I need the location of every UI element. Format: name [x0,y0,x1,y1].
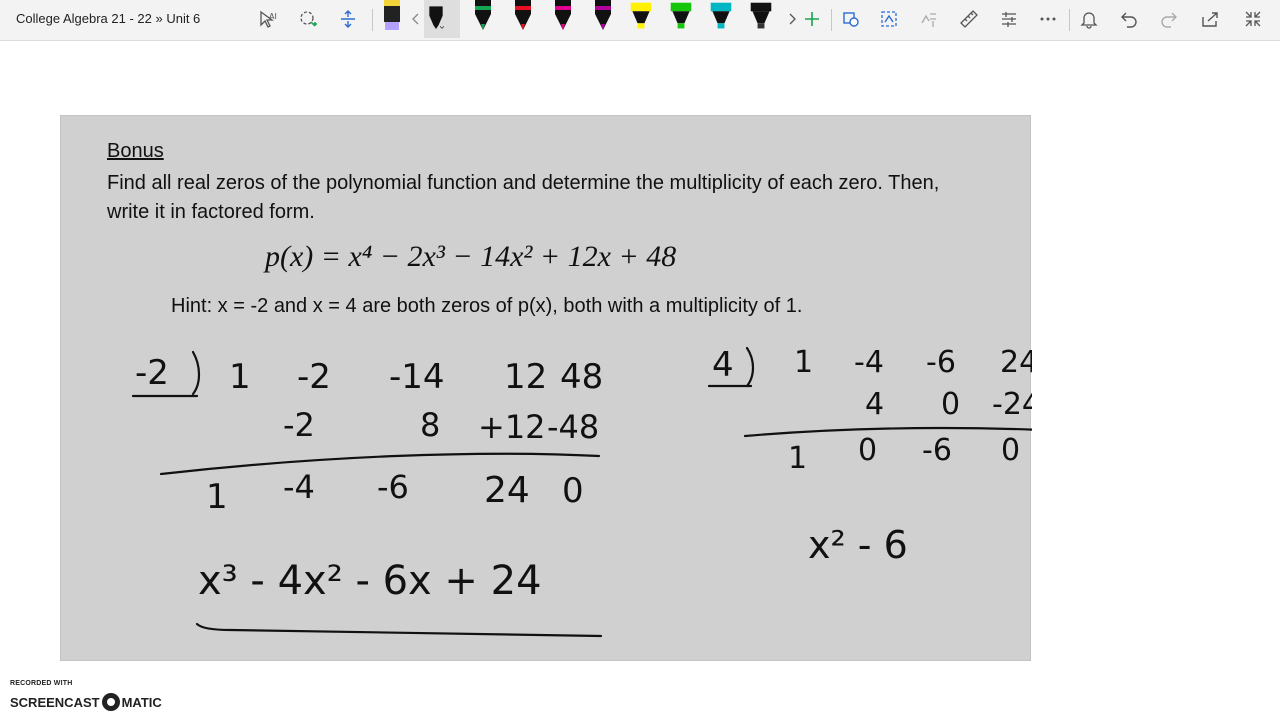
watermark-brand-left: SCREENCAST [10,694,100,710]
text-select-icon[interactable]: AI [252,4,282,34]
highlighter-cyan[interactable] [709,0,737,38]
division2-bracket [745,346,755,388]
highlighter-black[interactable] [749,0,777,38]
more-icon[interactable] [1033,4,1063,34]
toolbar-separator [372,9,373,31]
division2-coef-2: -6 [926,345,956,380]
highlighter-icon[interactable] [380,0,404,38]
division2-divisor: 4 [712,345,734,385]
pen-purple[interactable] [591,0,615,38]
division1-quotient: x³ - 4x² - 6x + 24 [198,558,542,604]
add-pen-icon[interactable] [797,4,827,34]
division2-product-1: 0 [941,387,960,422]
division1-divisor: -2 [135,353,169,393]
pen-red[interactable] [511,0,535,38]
undo-icon[interactable] [1114,4,1144,34]
ruler-icon[interactable] [954,4,984,34]
insert-space-icon[interactable] [333,4,363,34]
division1-product-2: +12 [478,408,546,446]
share-icon[interactable] [1195,4,1225,34]
scroll-left-icon[interactable] [406,4,426,34]
division1-coef-0: 1 [229,357,251,397]
toolbar-separator [831,9,832,31]
division2-product-0: 4 [865,387,884,422]
fullscreen-icon[interactable] [1238,4,1268,34]
ink-replay-icon[interactable] [994,4,1024,34]
division1-result-3: 24 [484,470,530,511]
pen-green[interactable] [471,0,495,38]
division1-product-0: -2 [283,406,315,444]
ribbon-toolbar: College Algebra 21 - 22 » Unit 6 AI [0,0,1280,41]
division2-result-2: -6 [922,433,952,468]
division2-result-3: 0 [1001,433,1020,468]
division2-result-line [743,426,1032,438]
pen-pink[interactable] [551,0,575,38]
screencast-logo-icon [101,693,120,711]
division1-result-1: -4 [283,468,315,506]
division1-coef-2: -14 [389,357,445,397]
division2-coef-1: -4 [854,345,884,380]
shape-recognize-icon[interactable] [836,4,866,34]
highlighter-yellow[interactable] [629,0,657,38]
division1-product-1: 8 [420,406,440,444]
division1-bracket [191,350,201,396]
division2-product-2: -24 [992,387,1032,422]
division2-result-1: 0 [858,433,877,468]
watermark-brand-right: MATIC [121,694,162,710]
toolbar-separator [1069,9,1070,31]
watermark-brand: SCREENCAST MATIC [10,693,162,711]
lasso-select-icon[interactable] [293,4,323,34]
division1-product-3: -48 [547,408,599,446]
svg-text:AI: AI [269,12,277,21]
division2-coef-3: 24 [1000,345,1032,380]
division1-result-4: 0 [562,471,584,511]
redo-icon[interactable] [1154,4,1184,34]
division1-result-2: -6 [377,468,409,506]
slide-image: Bonus Find all real zeros of the polynom… [60,115,1032,661]
breadcrumb[interactable]: College Algebra 21 - 22 » Unit 6 [16,11,200,26]
pen-black-selected[interactable] [424,0,460,38]
division2-result-0: 1 [788,441,807,476]
division1-coef-3: 12 [504,357,547,397]
watermark-caption: RECORDED WITH [10,680,73,687]
division1-result-0: 1 [206,477,228,517]
convert-ink-icon[interactable] [874,4,904,34]
division1-coef-4: 48 [560,357,603,397]
division2-quotient: x² - 6 [808,523,908,567]
quotient-underline [195,622,603,638]
math-icon[interactable] [914,4,944,34]
screencast-watermark: RECORDED WITH SCREENCAST MATIC [10,680,170,716]
highlighter-green[interactable] [669,0,697,38]
notifications-icon[interactable] [1074,4,1104,34]
division1-coef-1: -2 [297,357,331,397]
handwritten-ink: -2 1 -2 -14 12 48 -2 8 +12 -48 1 -4 -6 2… [131,345,1032,638]
division2-coef-0: 1 [794,345,813,380]
